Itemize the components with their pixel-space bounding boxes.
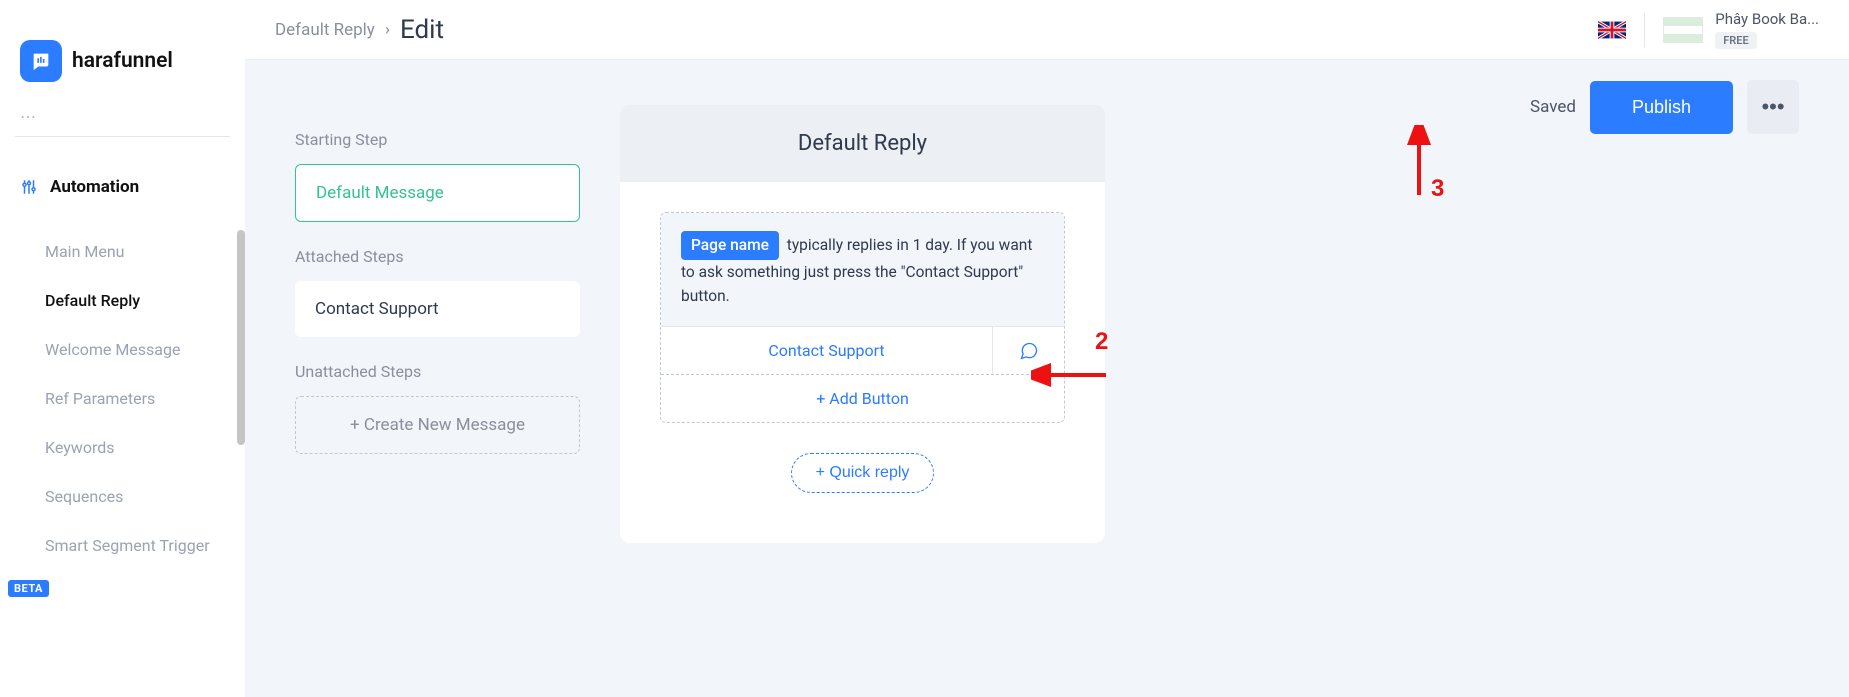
sidebar: harafunnel ⋯ Broadcasts Automation Main … [0,0,245,697]
broadcast-icon: ⋯ [20,107,36,126]
logo[interactable]: harafunnel [15,0,230,107]
create-new-message-button[interactable]: + Create New Message [295,396,580,454]
sidebar-item-smart-segment[interactable]: Smart Segment Trigger [45,521,230,570]
saved-status: Saved [1530,97,1576,117]
add-button[interactable]: + Add Button [661,374,1064,422]
brand-name: harafunnel [72,49,173,73]
sidebar-item-main-menu[interactable]: Main Menu [45,227,230,276]
steps-unattached-header: Unattached Steps [295,362,580,381]
language-flag-uk[interactable] [1598,21,1626,39]
plan-badge: FREE [1715,32,1756,49]
profile-name: Phây Book Ba... [1715,10,1819,28]
page-name-tag[interactable]: Page name [681,231,779,260]
beta-badge: BETA [8,580,49,597]
steps-attached-header: Attached Steps [295,247,580,266]
message-block[interactable]: Page name typically replies in 1 day. If… [660,212,1065,423]
more-actions-button[interactable]: ••• [1747,80,1799,134]
message-button-contact-support[interactable]: Contact Support [661,327,992,374]
sidebar-item-truncated[interactable]: ⋯ Broadcasts [15,107,230,137]
separator [1644,13,1645,47]
sidebar-item-sequences[interactable]: Sequences [45,472,230,521]
main-area: Default Reply › Edit [245,0,1849,697]
step-contact-support[interactable]: Contact Support [295,281,580,337]
breadcrumb: Default Reply › Edit [275,15,444,45]
chevron-right-icon: › [385,20,390,40]
automation-icon [20,178,38,196]
steps-starting-header: Starting Step [295,130,580,149]
step-default-message[interactable]: Default Message [295,164,580,222]
builder-title: Default Reply [620,105,1105,182]
quick-reply-button[interactable]: + Quick reply [791,453,935,493]
logo-icon [20,40,62,82]
sidebar-item-ref-parameters[interactable]: Ref Parameters [45,374,230,423]
scrollbar-thumb[interactable] [237,230,245,445]
sidebar-section-automation[interactable]: Automation [15,172,230,202]
sidebar-item-keywords[interactable]: Keywords [45,423,230,472]
profile-menu[interactable]: Phây Book Ba... FREE [1663,10,1819,49]
sidebar-section-title: Automation [50,177,139,197]
action-bar: Saved Publish ••• [1530,80,1799,134]
topbar: Default Reply › Edit [245,0,1849,60]
sidebar-item-default-reply[interactable]: Default Reply [45,276,230,325]
canvas: Saved Publish ••• Starting Step Default … [245,60,1849,697]
breadcrumb-parent[interactable]: Default Reply [275,20,375,40]
sidebar-item-welcome-message[interactable]: Welcome Message [45,325,230,374]
breadcrumb-current: Edit [400,15,444,45]
message-builder: Default Reply Page name typically replie… [620,105,1105,543]
publish-button[interactable]: Publish [1590,81,1733,134]
chat-icon[interactable] [992,327,1064,374]
profile-avatar-icon [1663,17,1703,43]
message-text[interactable]: Page name typically replies in 1 day. If… [661,213,1064,326]
steps-panel: Starting Step Default Message Attached S… [295,105,580,454]
